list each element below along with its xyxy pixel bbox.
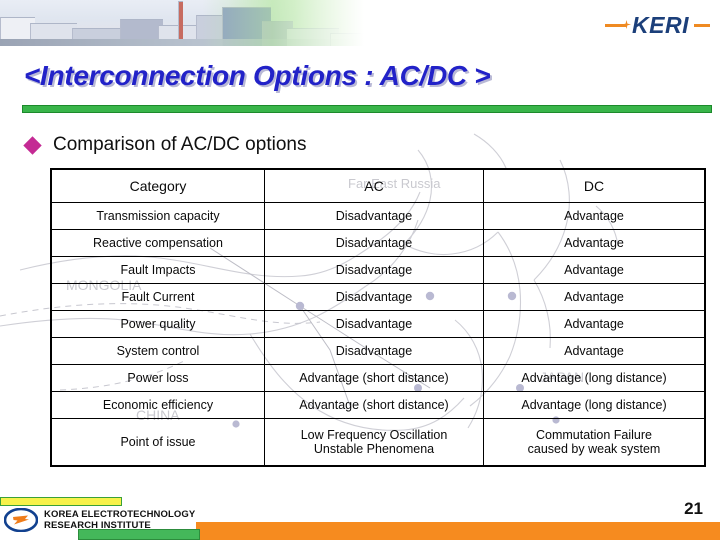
page-number: 21 [684,499,703,518]
keri-dash-left-icon [605,24,628,27]
cell-dc: Advantage (long distance) [483,391,706,419]
keri-dash-right-icon [694,24,710,27]
cell-ac: Disadvantage [264,310,484,338]
bullet-heading-label: Comparison of AC/DC options [53,134,307,155]
bullet-heading: Comparison of AC/DC options [23,134,307,156]
cell-category: Reactive compensation [50,229,265,257]
photo-fade-overlay [0,0,368,46]
table-row: Reactive compensation Disadvantage Advan… [50,229,706,257]
cell-ac: Disadvantage [264,337,484,365]
cell-ac: Low Frequency Oscillation Unstable Pheno… [264,418,484,467]
keri-emblem-icon [4,508,38,532]
cell-category: Economic efficiency [50,391,265,419]
column-header-category: Category [50,168,265,203]
cell-dc: Advantage [483,256,706,284]
table-row: Power loss Advantage (short distance) Ad… [50,364,706,392]
table-row: Economic efficiency Advantage (short dis… [50,391,706,419]
footer-yellow-bar [0,497,122,506]
comparison-table-wrapper: Category AC DC Transmission capacity Dis… [50,168,706,467]
column-header-dc: DC [483,168,706,203]
table-row: System control Disadvantage Advantage [50,337,706,365]
cell-category: Transmission capacity [50,202,265,230]
cell-dc-line2: caused by weak system [527,442,661,456]
cell-category: Fault Impacts [50,256,265,284]
table-header-row: Category AC DC [50,168,706,203]
cell-ac: Advantage (short distance) [264,364,484,392]
cell-ac: Advantage (short distance) [264,391,484,419]
cell-ac: Disadvantage [264,202,484,230]
table-row: Fault Impacts Disadvantage Advantage [50,256,706,284]
header-institute-photo [0,0,368,46]
cell-category: Fault Current [50,283,265,311]
cell-category: Power loss [50,364,265,392]
cell-dc-line1: Commutation Failure [535,427,652,442]
cell-ac-line2: Unstable Phenomena [313,442,435,456]
cell-ac: Disadvantage [264,229,484,257]
cell-dc: Advantage [483,229,706,257]
ac-dc-comparison-table: Category AC DC Transmission capacity Dis… [50,168,706,467]
cell-category: Power quality [50,310,265,338]
institute-name-line1: KOREA ELECTROTECHNOLOGY [44,509,196,520]
cell-dc: Advantage [483,202,706,230]
diamond-bullet-icon [23,135,42,155]
cell-dc: Advantage [483,283,706,311]
cell-ac: Disadvantage [264,256,484,284]
cell-ac: Disadvantage [264,283,484,311]
table-row: Power quality Disadvantage Advantage [50,310,706,338]
cell-dc: Advantage (long distance) [483,364,706,392]
cell-ac-line1: Low Frequency Oscillation [300,427,448,442]
table-row: Fault Current Disadvantage Advantage [50,283,706,311]
table-row: Point of issue Low Frequency Oscillation… [50,418,706,467]
footer-orange-bar [196,522,720,540]
column-header-ac: AC [264,168,484,203]
keri-wordmark: KERI [632,12,689,38]
institute-name: KOREA ELECTROTECHNOLOGY RESEARCH INSTITU… [44,509,195,531]
table-row: Transmission capacity Disadvantage Advan… [50,202,706,230]
cell-dc: Advantage [483,337,706,365]
keri-logo: KERI [605,14,710,37]
cell-category: System control [50,337,265,365]
page-title: <Interconnection Options : AC/DC > [24,60,491,91]
footer-institute-brand: KOREA ELECTROTECHNOLOGY RESEARCH INSTITU… [4,508,195,532]
institute-name-line2: RESEARCH INSTITUTE [44,520,151,531]
cell-dc: Advantage [483,310,706,338]
cell-category: Point of issue [50,418,265,467]
title-underline-bar [22,105,712,113]
cell-dc: Commutation Failure caused by weak syste… [483,418,706,467]
